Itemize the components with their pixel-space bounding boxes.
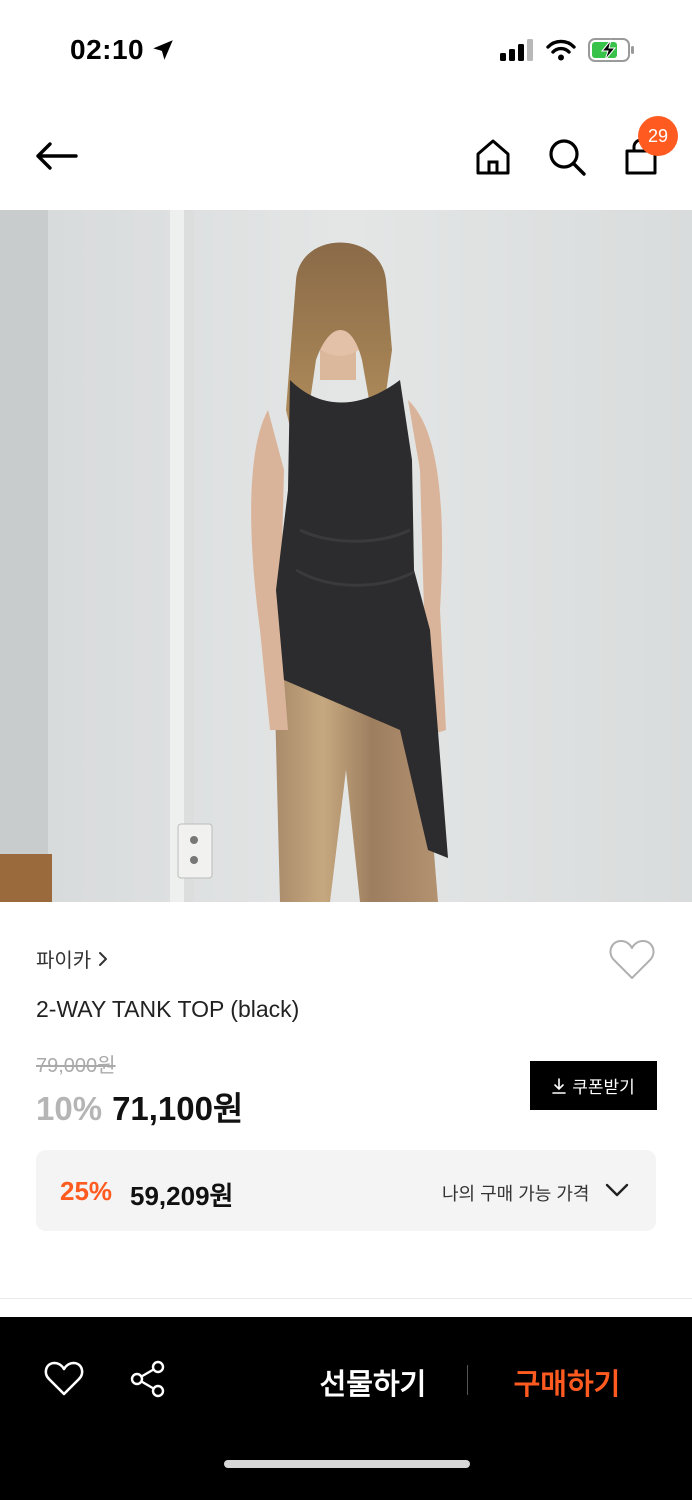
- home-indicator[interactable]: [224, 1460, 470, 1468]
- download-coupon-button[interactable]: 쿠폰받기: [530, 1061, 657, 1110]
- brand-link[interactable]: 파이카: [36, 944, 109, 973]
- search-button[interactable]: [544, 134, 590, 180]
- bottom-bar-separator: [467, 1365, 468, 1395]
- home-icon: [476, 139, 510, 175]
- search-icon: [549, 139, 586, 176]
- product-image[interactable]: [0, 210, 692, 902]
- wifi-icon: [546, 39, 576, 61]
- product-name: 2-WAY TANK TOP (black): [36, 996, 300, 1022]
- cart-count-badge: 29: [638, 116, 678, 156]
- share-icon: [130, 1360, 165, 1398]
- original-price: 79,000원: [36, 1055, 116, 1077]
- section-divider: [0, 1298, 692, 1299]
- heart-icon: [44, 1361, 84, 1396]
- coupon-label: 쿠폰받기: [572, 1078, 635, 1097]
- my-purchase-price-toggle[interactable]: 25% 59,209원 나의 구매 가능 가격: [36, 1150, 656, 1231]
- share-button[interactable]: [128, 1359, 168, 1399]
- like-button[interactable]: [44, 1361, 84, 1397]
- wishlist-button[interactable]: [608, 938, 656, 982]
- status-time-text: 02:10: [70, 34, 145, 65]
- status-icons: [500, 38, 636, 62]
- buy-button[interactable]: 구매하기: [494, 1361, 640, 1401]
- back-button[interactable]: [30, 134, 82, 178]
- discount-rate: 10%: [36, 1090, 103, 1127]
- product-photo: [0, 210, 692, 902]
- brand-name: 파이카: [36, 950, 92, 972]
- status-bar: 02:10: [0, 0, 692, 100]
- back-arrow-icon: [36, 142, 78, 170]
- gift-button[interactable]: 선물하기: [300, 1361, 446, 1401]
- battery-charging-icon: [588, 38, 634, 62]
- bottom-action-bar: 선물하기 구매하기: [0, 1317, 692, 1500]
- price-row: 10% 71,100원: [36, 1082, 243, 1130]
- status-time: 02:10: [70, 34, 176, 66]
- location-arrow-icon: [153, 40, 173, 60]
- heart-outline-icon: [609, 940, 655, 979]
- sale-price: 71,100원: [112, 1090, 244, 1127]
- my-price-label: 나의 구매 가능 가격: [442, 1184, 590, 1204]
- my-price: 59,209원: [130, 1181, 234, 1211]
- chevron-right-icon: [99, 951, 108, 966]
- home-button[interactable]: [470, 134, 516, 180]
- chevron-down-icon: [605, 1183, 629, 1197]
- top-navigation: [0, 100, 692, 210]
- download-icon: [552, 1077, 567, 1094]
- cellular-signal-icon: [500, 39, 533, 61]
- my-discount-rate: 25%: [60, 1176, 113, 1206]
